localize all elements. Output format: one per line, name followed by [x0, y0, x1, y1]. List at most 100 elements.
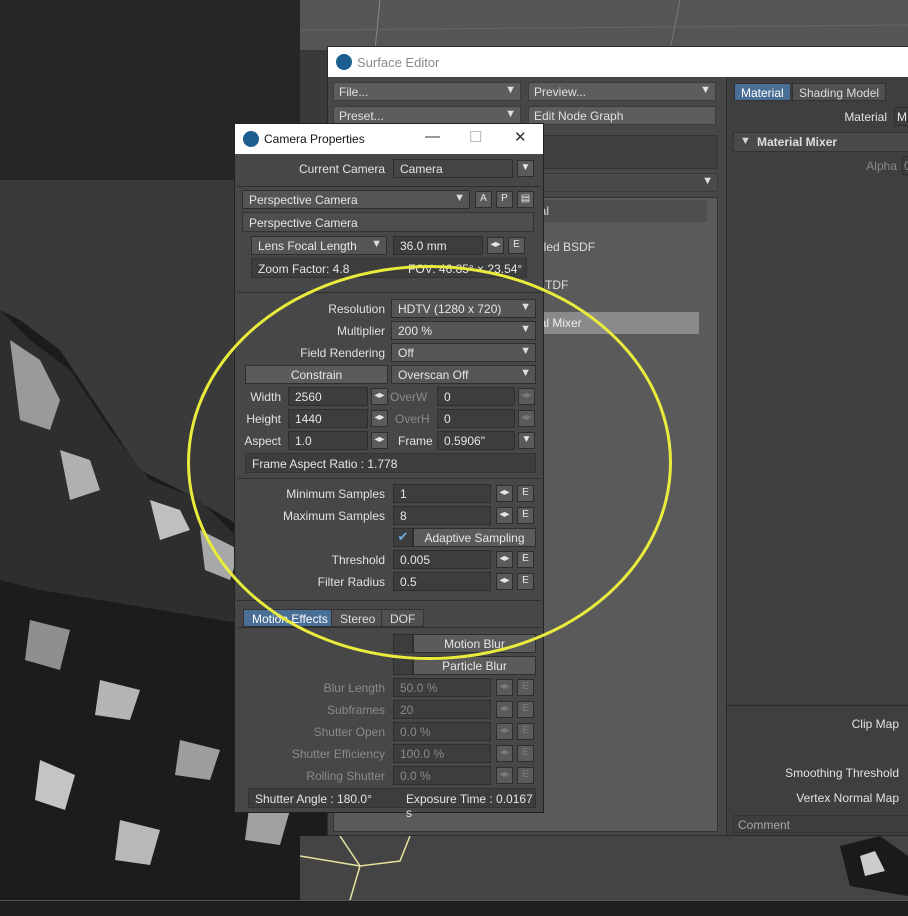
width-field[interactable]: 2560: [288, 387, 368, 406]
preview-dropdown[interactable]: Preview... ▼: [528, 82, 716, 101]
slider-arrows-icon[interactable]: ◂▸: [518, 388, 535, 405]
shutter-open-field[interactable]: 0.0 %: [393, 722, 491, 741]
a-button[interactable]: A: [475, 191, 492, 208]
surface-properties-panel: Material Shading Model Material M ▼ Mate…: [726, 77, 908, 835]
envelope-e-button[interactable]: E: [517, 551, 534, 568]
zoom-factor-text: Zoom Factor: 4.8: [258, 262, 350, 276]
material-field[interactable]: M: [894, 107, 908, 126]
chevron-down-icon: ▼: [740, 135, 751, 147]
resolution-dropdown[interactable]: HDTV (1280 x 720) ▼: [391, 299, 536, 318]
multiplier-label: Multiplier: [336, 324, 385, 338]
lens-mode-dropdown[interactable]: Lens Focal Length ▼: [251, 236, 387, 255]
blur-length-field[interactable]: 50.0 %: [393, 678, 491, 697]
slider-arrows-icon[interactable]: ◂▸: [496, 745, 513, 762]
multiplier-dropdown[interactable]: 200 % ▼: [391, 321, 536, 340]
overscan-dropdown[interactable]: Overscan Off ▼: [391, 365, 536, 384]
camera-type-dropdown[interactable]: Perspective Camera ▼: [242, 190, 470, 209]
particle-blur-checkbox[interactable]: [393, 656, 413, 675]
chevron-down-icon: ▼: [520, 345, 531, 357]
tab-motion-effects[interactable]: Motion Effects: [243, 609, 337, 627]
camera-properties-window: Camera Properties — ☐ ✕ Current Camera C…: [234, 123, 544, 820]
slider-arrows-icon[interactable]: ◂▸: [496, 573, 513, 590]
surface-editor-titlebar[interactable]: Surface Editor: [328, 47, 908, 77]
edit-node-graph-button[interactable]: Edit Node Graph: [528, 106, 716, 125]
adaptive-sampling-checkbox[interactable]: ✔: [393, 528, 413, 547]
envelope-e-button[interactable]: E: [517, 573, 534, 590]
slider-arrows-icon[interactable]: ◂▸: [371, 388, 388, 405]
camera-properties-titlebar[interactable]: Camera Properties — ☐ ✕: [235, 124, 543, 154]
tab-stereo[interactable]: Stereo: [331, 609, 385, 627]
blur-length-label: Blur Length: [323, 681, 385, 695]
slider-arrows-icon[interactable]: ◂▸: [496, 551, 513, 568]
envelope-e-button[interactable]: E: [508, 237, 525, 254]
slider-arrows-icon[interactable]: ◂▸: [496, 767, 513, 784]
minimize-icon[interactable]: —: [425, 128, 440, 145]
tab-material[interactable]: Material: [734, 83, 791, 101]
slider-arrows-icon[interactable]: ◂▸: [496, 723, 513, 740]
envelope-e-button[interactable]: E: [517, 767, 534, 784]
chevron-down-icon[interactable]: ▼: [517, 160, 534, 177]
slider-arrows-icon[interactable]: ◂▸: [487, 237, 504, 254]
maximize-icon[interactable]: ☐: [469, 128, 482, 146]
constrain-button[interactable]: Constrain: [245, 365, 388, 384]
tab-dof[interactable]: DOF: [381, 609, 425, 627]
subframes-field[interactable]: 20: [393, 700, 491, 719]
motion-blur-label[interactable]: Motion Blur: [413, 634, 536, 653]
minimum-samples-field[interactable]: 1: [393, 484, 491, 503]
envelope-e-button[interactable]: E: [517, 507, 534, 524]
clip-map-label: Clip Map: [851, 717, 899, 731]
chevron-down-icon: ▼: [505, 84, 516, 96]
perspective-camera-subheader: Perspective Camera: [242, 212, 534, 232]
lens-mode-label: Lens Focal Length: [258, 239, 357, 253]
adaptive-sampling-label[interactable]: Adaptive Sampling: [413, 528, 536, 547]
height-field[interactable]: 1440: [288, 409, 368, 428]
maximum-samples-field[interactable]: 8: [393, 506, 491, 525]
motion-blur-checkbox[interactable]: [393, 634, 413, 653]
clipboard-icon[interactable]: ▤: [517, 191, 534, 208]
slider-arrows-icon[interactable]: ◂▸: [496, 701, 513, 718]
slider-arrows-icon[interactable]: ◂▸: [496, 485, 513, 502]
threshold-field[interactable]: 0.005: [393, 550, 491, 569]
divider: [237, 600, 541, 601]
alpha-field[interactable]: 0: [902, 156, 908, 175]
frame-field[interactable]: 0.5906": [437, 431, 515, 450]
list-item[interactable]: pled BSDF: [537, 236, 707, 258]
chevron-down-icon[interactable]: ▼: [518, 432, 535, 449]
edit-node-graph-label: Edit Node Graph: [534, 109, 624, 123]
list-item[interactable]: BTDF: [537, 274, 707, 296]
envelope-e-button[interactable]: E: [517, 485, 534, 502]
envelope-e-button[interactable]: E: [517, 679, 534, 696]
slider-arrows-icon[interactable]: ◂▸: [371, 432, 388, 449]
rolling-shutter-field[interactable]: 0.0 %: [393, 766, 491, 785]
overh-label: OverH: [395, 412, 430, 426]
smoothing-threshold-label: Smoothing Threshold: [785, 766, 899, 780]
overw-field[interactable]: 0: [437, 387, 515, 406]
tab-shading-model[interactable]: Shading Model: [792, 83, 887, 101]
preview-dropdown-label: Preview...: [534, 85, 587, 99]
preset-dropdown-label: Preset...: [339, 109, 384, 123]
envelope-e-button[interactable]: E: [517, 723, 534, 740]
lens-focal-length-field[interactable]: 36.0 mm: [393, 236, 483, 255]
overh-field[interactable]: 0: [437, 409, 515, 428]
particle-blur-label[interactable]: Particle Blur: [413, 656, 536, 675]
shutter-efficiency-field[interactable]: 100.0 %: [393, 744, 491, 763]
material-mixer-section-header[interactable]: ▼ Material Mixer: [733, 132, 908, 152]
aspect-field[interactable]: 1.0: [288, 431, 368, 450]
chevron-down-icon: ▼: [700, 84, 711, 96]
file-dropdown[interactable]: File... ▼: [333, 82, 521, 101]
envelope-e-button[interactable]: E: [517, 745, 534, 762]
slider-arrows-icon[interactable]: ◂▸: [518, 410, 535, 427]
timeline-ruler[interactable]: [0, 900, 908, 916]
slider-arrows-icon[interactable]: ◂▸: [496, 679, 513, 696]
slider-arrows-icon[interactable]: ◂▸: [496, 507, 513, 524]
comment-field[interactable]: Comment: [733, 815, 908, 833]
p-button[interactable]: P: [496, 191, 513, 208]
filter-radius-field[interactable]: 0.5: [393, 572, 491, 591]
current-camera-field[interactable]: Camera: [393, 159, 513, 178]
close-icon[interactable]: ✕: [514, 128, 527, 146]
surface-editor-title: Surface Editor: [357, 55, 440, 70]
slider-arrows-icon[interactable]: ◂▸: [371, 410, 388, 427]
list-item-selected[interactable]: ial Mixer: [537, 312, 699, 334]
envelope-e-button[interactable]: E: [517, 701, 534, 718]
field-rendering-dropdown[interactable]: Off ▼: [391, 343, 536, 362]
